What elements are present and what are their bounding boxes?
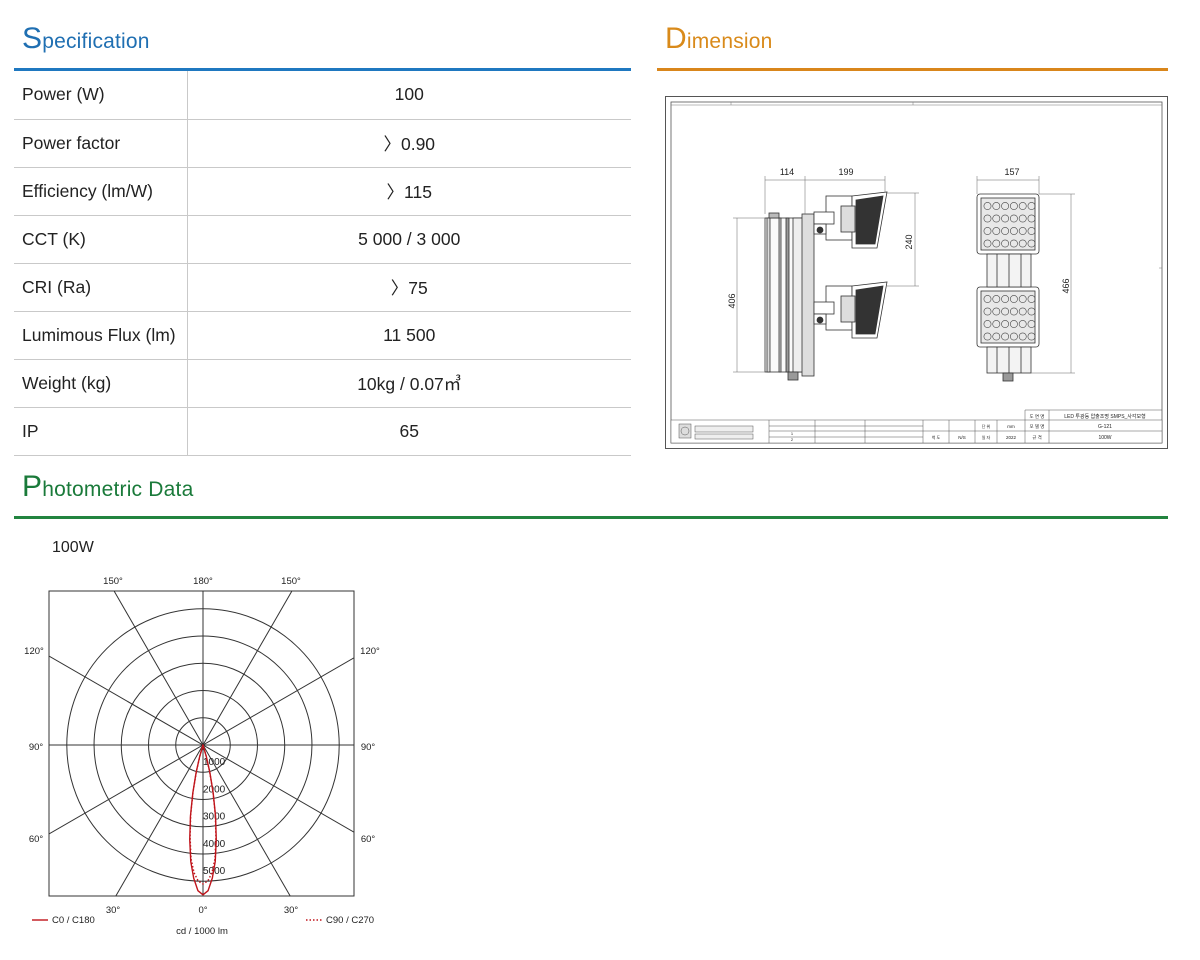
- table-row: Power factor 〉0.90: [14, 119, 631, 168]
- spec-value: 〉75: [187, 263, 631, 312]
- spec-value: 5 000 / 3 000: [187, 215, 631, 264]
- title-block-scale-label: 척 도: [932, 434, 941, 440]
- radial-tick-label: 2000: [203, 784, 226, 795]
- title-block-drawing-name: LED 투광등 압출조명 SMPS_사각모형: [1064, 413, 1145, 420]
- spec-label: Lumimous Flux (lm): [14, 311, 188, 360]
- dimension-199-label: 199: [838, 167, 853, 177]
- title-block-spec-label: 규 격: [1032, 434, 1042, 441]
- specification-table: Power (W) 100 Power factor 〉0.90 Efficienc…: [14, 71, 631, 456]
- title-block-unit-value: mm: [1007, 424, 1015, 429]
- polar-intensity-chart: 10002000300040005000 150° 180° 150° 120°…: [24, 576, 380, 937]
- title-block-model-label: 모 델 명: [1030, 423, 1045, 429]
- spec-label: IP: [14, 407, 188, 456]
- table-row: CRI (Ra) 〉75: [14, 263, 631, 312]
- spec-label: Efficiency (lm/W): [14, 167, 188, 216]
- legend-label-c0: C0 / C180: [52, 915, 95, 926]
- title-block-model-value: G-121: [1098, 424, 1112, 430]
- table-row: Weight (kg) 10kg / 0.07㎥: [14, 359, 631, 408]
- specification-heading: Specification: [22, 22, 150, 55]
- title-block-date-value: 2022: [1006, 435, 1017, 440]
- angle-label-middle-left: 90°: [29, 742, 44, 753]
- angle-label-upper-left: 120°: [24, 646, 44, 657]
- spec-value: 10kg / 0.07㎥: [187, 359, 631, 408]
- angle-label-bottom-left: 30°: [106, 905, 121, 916]
- dimension-drawing: 114 199 406 240 157 466 도 면 명 LED 투광등 압출…: [665, 96, 1168, 449]
- photometric-heading: Photometric Data: [22, 470, 194, 503]
- spec-value: 〉0.90: [187, 119, 631, 168]
- title-block-spec-value: 100W: [1098, 435, 1111, 441]
- dimension-heading: Dimension: [665, 22, 773, 55]
- table-row: Power (W) 100: [14, 71, 631, 120]
- title-block-date-label: 일 자: [982, 434, 991, 440]
- title-block-drawing-label: 도 면 명: [1030, 413, 1045, 419]
- angle-label-upper-right: 120°: [360, 646, 380, 657]
- spec-value: 11 500: [187, 311, 631, 360]
- spec-label: CCT (K): [14, 215, 188, 264]
- spec-label: Power (W): [14, 71, 188, 120]
- table-row: CCT (K) 5 000 / 3 000: [14, 215, 631, 264]
- spec-value: 〉115: [187, 167, 631, 216]
- photometric-divider: [14, 516, 1168, 519]
- dimension-114-label: 114: [780, 167, 794, 177]
- angle-label-top-left: 150°: [103, 576, 123, 587]
- spec-label: Power factor: [14, 119, 188, 168]
- angle-label-lower-left: 60°: [29, 834, 44, 845]
- legend-label-c90: C90 / C270: [326, 915, 374, 926]
- chart-frame: [48, 590, 355, 897]
- dimension-divider: [657, 68, 1168, 71]
- title-block-scale-value: N/S: [958, 435, 966, 440]
- spec-value: 100: [187, 71, 631, 120]
- table-row: IP 65: [14, 407, 631, 456]
- spec-label: CRI (Ra): [14, 263, 188, 312]
- chart-unit-label: cd / 1000 lm: [176, 926, 228, 937]
- angle-label-top-right: 150°: [281, 576, 301, 587]
- dimension-157-label: 157: [1004, 167, 1019, 177]
- spec-value: 65: [187, 407, 631, 456]
- title-block-unit-label: 단 위: [982, 423, 991, 429]
- angle-label-top-center: 180°: [193, 576, 213, 587]
- chart-title: 100W: [52, 539, 94, 556]
- table-row: Efficiency (lm/W) 〉115: [14, 167, 631, 216]
- angle-label-bottom-right: 30°: [284, 905, 299, 916]
- spec-label: Weight (kg): [14, 359, 188, 408]
- angle-label-middle-right: 90°: [361, 742, 376, 753]
- dimension-466-label: 466: [1061, 278, 1071, 293]
- angle-label-lower-right: 60°: [361, 834, 376, 845]
- radial-tick-label: 3000: [203, 812, 226, 823]
- dimension-240-label: 240: [904, 234, 914, 249]
- dimension-406-label: 406: [727, 293, 737, 308]
- angle-label-bottom-center: 0°: [198, 905, 207, 916]
- table-row: Lumimous Flux (lm) 11 500: [14, 311, 631, 360]
- radial-tick-label: 4000: [203, 839, 226, 850]
